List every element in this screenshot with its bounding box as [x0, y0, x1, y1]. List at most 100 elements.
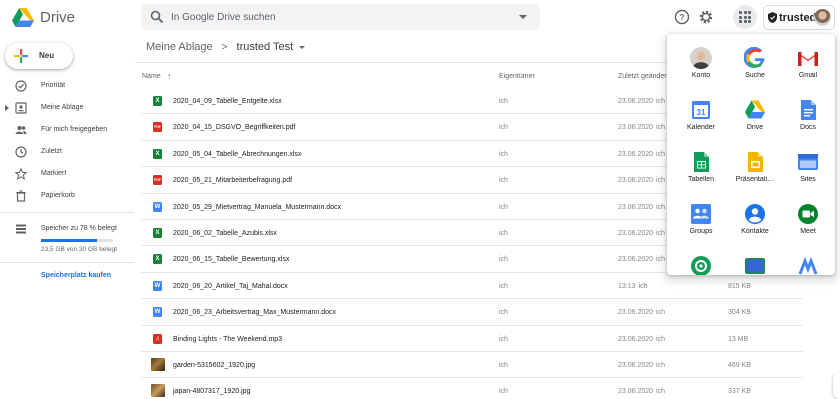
table-row[interactable]: W 2020_06_23_Arbeitsvertrag_Max_Musterman…	[141, 299, 803, 326]
app-launcher-tabellen[interactable]: Tabellen	[674, 138, 728, 188]
file-name: 2020_06_15_Tabelle_Bewertung.xlsx	[173, 256, 290, 264]
file-owner: ich	[499, 150, 508, 158]
file-modified-date: 23.06.2020	[618, 335, 654, 343]
app-launcher-more-12[interactable]	[674, 242, 728, 275]
scroll-button[interactable]	[833, 373, 840, 399]
account-brand-switcher[interactable]: trusted	[763, 5, 835, 30]
table-row[interactable]: ♫ Binding Lights - The Weekend.mp3 ich 23.0…	[141, 326, 803, 352]
folder-menu-caret-icon[interactable]	[299, 45, 306, 49]
new-button[interactable]: Neu	[5, 43, 73, 69]
breadcrumb-root[interactable]: Meine Ablage	[146, 41, 213, 53]
file-modified: 23.06.2020 ich	[618, 336, 665, 343]
file-owner: ich	[499, 282, 508, 290]
breadcrumb-current-folder[interactable]: trusted Test	[237, 41, 294, 53]
sidebar-item-priority[interactable]: Priorität	[0, 76, 135, 96]
file-modified-date: 23.06.2020	[618, 203, 654, 211]
table-row[interactable]: W 2020_06_20_Artikel_Taj_Mahal.docx ich 13:…	[141, 273, 803, 300]
app-launcher-gmail[interactable]: Gmail	[781, 34, 835, 84]
file-modified-date: 23.06.2020	[618, 388, 654, 396]
app-label: Konto	[691, 72, 711, 79]
app-launcher-sites[interactable]: Sites	[781, 138, 835, 188]
google-apps-button[interactable]	[733, 5, 757, 29]
sidebar-item-shared[interactable]: Für mich freigegeben	[0, 120, 135, 140]
gmail-icon	[798, 51, 818, 66]
meet-icon	[798, 204, 818, 224]
app-launcher-drive[interactable]: Drive	[728, 86, 782, 136]
sidebar-item-recent[interactable]: Zuletzt	[0, 142, 135, 162]
contacts-icon	[745, 204, 765, 224]
storage-icon	[16, 224, 26, 234]
file-name: garden-5315602_1920.jpg	[173, 362, 256, 369]
column-header-modified[interactable]: Zuletzt geändert	[618, 73, 669, 80]
app-label: Präsentati…	[735, 176, 775, 183]
classroom-icon	[745, 258, 765, 274]
file-owner: ich	[499, 230, 508, 237]
app-launcher-kalender[interactable]: 31 Kalender	[674, 86, 728, 136]
expand-arrow-icon[interactable]	[5, 105, 9, 111]
file-modified-by: ich	[656, 150, 665, 158]
sidebar-item-starred[interactable]: Markiert	[0, 164, 135, 184]
docx-file-icon: W	[153, 201, 162, 212]
app-launcher-suche[interactable]: Suche	[728, 34, 782, 84]
clock-icon	[15, 146, 27, 158]
table-row[interactable]: garden-5315602_1920.jpg ich 23.06.2020 ich 4…	[141, 352, 803, 379]
pdf-file-icon: PDF	[153, 122, 162, 133]
file-modified-by: ich	[656, 335, 665, 343]
svg-text:?: ?	[680, 13, 685, 22]
file-modified-by: ich	[656, 309, 665, 317]
buy-storage-link[interactable]: Speicherplatz kaufen	[41, 272, 111, 279]
sidebar-item-my-drive[interactable]: Meine Ablage	[0, 98, 135, 118]
file-size: 13 MB	[728, 335, 749, 343]
app-label: Suche	[745, 72, 765, 79]
file-owner: ich	[499, 256, 508, 264]
file-owner: ich	[499, 388, 508, 396]
sort-ascending-icon[interactable]: ↑	[167, 71, 172, 81]
file-owner: ich	[499, 309, 508, 317]
top-bar: Drive ? trusted	[0, 0, 840, 36]
google-g-icon	[744, 47, 765, 68]
breadcrumb: Meine Ablage > trusted Test	[146, 41, 306, 53]
app-label: Gmail	[798, 72, 818, 79]
app-label: Sites	[800, 176, 816, 183]
file-modified: 23.06.2020 ich	[618, 151, 665, 158]
app-launcher-konto[interactable]: Konto	[674, 34, 728, 84]
check-circle-icon	[15, 80, 27, 92]
docx-file-icon: W	[153, 280, 162, 291]
table-row[interactable]: japan-4807317_1920.jpg ich 23.06.2020 ich 33…	[141, 378, 803, 399]
drive-logo-icon	[12, 8, 34, 27]
app-label: Kalender	[686, 124, 716, 131]
file-owner: ich	[499, 203, 508, 211]
file-modified-date: 23.06.2020	[618, 98, 654, 105]
file-modified: 23.06.2020 ich	[618, 256, 665, 263]
column-header-name[interactable]: Name	[142, 73, 161, 80]
file-modified-by: ich	[656, 256, 665, 264]
app-launcher-docs[interactable]: Docs	[781, 86, 835, 136]
user-avatar[interactable]	[814, 9, 831, 26]
storage-used-text: 23,5 GB von 30 GB belegt	[41, 246, 117, 253]
app-launcher-more-14[interactable]	[781, 242, 835, 275]
file-modified: 13:13 ich	[618, 283, 647, 290]
search-bar[interactable]	[141, 4, 540, 30]
column-header-owner[interactable]: Eigentümer	[499, 73, 535, 80]
app-launcher-groups[interactable]: Groups	[674, 190, 728, 240]
app-launcher-kontakte[interactable]: Kontakte	[728, 190, 782, 240]
my-drive-icon	[15, 102, 27, 114]
search-options-icon[interactable]	[519, 15, 527, 19]
slides-icon	[748, 152, 763, 172]
search-input[interactable]	[171, 8, 501, 26]
settings-gear-icon[interactable]	[698, 9, 714, 25]
app-launcher-präsentati[interactable]: Präsentati…	[728, 138, 782, 188]
help-icon[interactable]: ?	[674, 9, 690, 25]
sidebar-item-label: Priorität	[41, 82, 66, 89]
storage-label: Speicher zu 78 % belegt	[41, 225, 117, 232]
search-icon[interactable]	[150, 10, 164, 24]
app-launcher-more-13[interactable]	[728, 242, 782, 275]
file-size: 304 KB	[728, 309, 751, 317]
app-launcher-meet[interactable]: Meet	[781, 190, 835, 240]
sidebar-item-label: Meine Ablage	[41, 104, 84, 111]
sidebar-item-trash[interactable]: Papierkorb	[0, 186, 135, 206]
file-size: 469 KB	[728, 362, 751, 369]
file-modified: 23.06.2020 ich	[618, 98, 665, 105]
drive-icon	[745, 100, 765, 119]
drive-logo[interactable]: Drive	[12, 8, 75, 27]
